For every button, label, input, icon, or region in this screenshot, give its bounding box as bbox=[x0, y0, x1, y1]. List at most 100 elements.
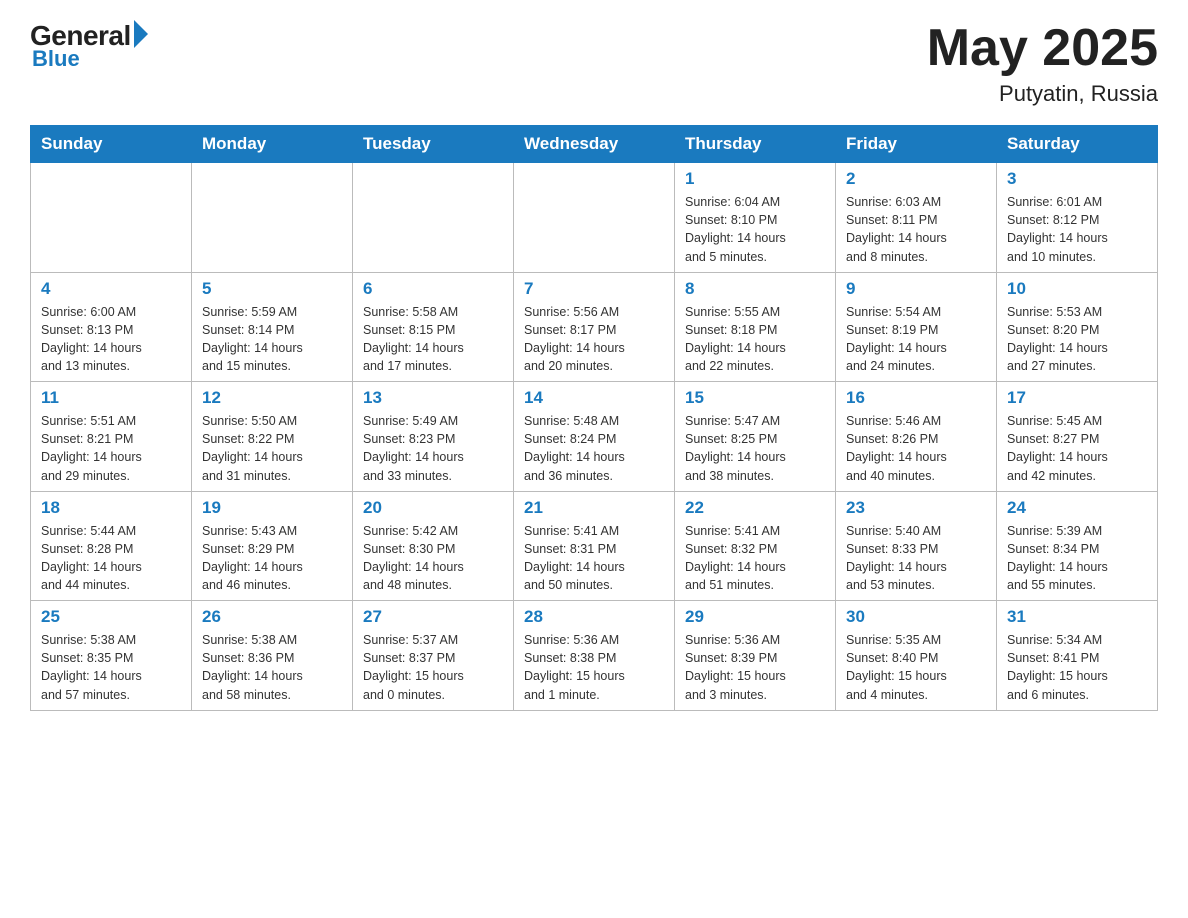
calendar-cell: 15Sunrise: 5:47 AM Sunset: 8:25 PM Dayli… bbox=[675, 382, 836, 492]
day-info: Sunrise: 5:51 AM Sunset: 8:21 PM Dayligh… bbox=[41, 412, 181, 485]
calendar-cell bbox=[353, 163, 514, 273]
calendar-cell: 8Sunrise: 5:55 AM Sunset: 8:18 PM Daylig… bbox=[675, 272, 836, 382]
day-number: 15 bbox=[685, 388, 825, 408]
day-number: 5 bbox=[202, 279, 342, 299]
day-info: Sunrise: 5:36 AM Sunset: 8:38 PM Dayligh… bbox=[524, 631, 664, 704]
day-number: 26 bbox=[202, 607, 342, 627]
day-info: Sunrise: 6:01 AM Sunset: 8:12 PM Dayligh… bbox=[1007, 193, 1147, 266]
calendar-cell: 16 Sunrise: 5:46 AM Sunset: 8:26 PM Dayli… bbox=[836, 382, 997, 492]
calendar-cell: 23 Sunrise: 5:40 AM Sunset: 8:33 PM Dayli… bbox=[836, 491, 997, 601]
calendar-header-row: SundayMondayTuesdayWednesdayThursdayFrid… bbox=[31, 126, 1158, 163]
calendar-cell bbox=[192, 163, 353, 273]
calendar-cell: 28 Sunrise: 5:36 AM Sunset: 8:38 PM Dayli… bbox=[514, 601, 675, 711]
logo-triangle-icon bbox=[134, 20, 148, 48]
calendar-cell: 12 Sunrise: 5:50 AM Sunset: 8:22 PM Dayli… bbox=[192, 382, 353, 492]
day-info: Sunrise: 5:38 AM Sunset: 8:36 PM Dayligh… bbox=[202, 631, 342, 704]
calendar-week-row: 11 Sunrise: 5:51 AM Sunset: 8:21 PM Dayli… bbox=[31, 382, 1158, 492]
calendar-header-wednesday: Wednesday bbox=[514, 126, 675, 163]
day-info: Sunrise: 5:50 AM Sunset: 8:22 PM Dayligh… bbox=[202, 412, 342, 485]
day-number: 28 bbox=[524, 607, 664, 627]
day-info: Sunrise: 5:41 AM Sunset: 8:31 PM Dayligh… bbox=[524, 522, 664, 595]
calendar-cell: 29Sunrise: 5:36 AM Sunset: 8:39 PM Dayli… bbox=[675, 601, 836, 711]
calendar-cell bbox=[31, 163, 192, 273]
day-number: 20 bbox=[363, 498, 503, 518]
calendar-cell: 20 Sunrise: 5:42 AM Sunset: 8:30 PM Dayli… bbox=[353, 491, 514, 601]
calendar-cell bbox=[514, 163, 675, 273]
calendar-week-row: 4 Sunrise: 6:00 AM Sunset: 8:13 PM Daylig… bbox=[31, 272, 1158, 382]
day-number: 16 bbox=[846, 388, 986, 408]
calendar-week-row: 25Sunrise: 5:38 AM Sunset: 8:35 PM Dayli… bbox=[31, 601, 1158, 711]
calendar-cell: 19 Sunrise: 5:43 AM Sunset: 8:29 PM Dayli… bbox=[192, 491, 353, 601]
day-info: Sunrise: 5:45 AM Sunset: 8:27 PM Dayligh… bbox=[1007, 412, 1147, 485]
day-number: 9 bbox=[846, 279, 986, 299]
day-number: 31 bbox=[1007, 607, 1147, 627]
day-number: 14 bbox=[524, 388, 664, 408]
day-info: Sunrise: 6:04 AM Sunset: 8:10 PM Dayligh… bbox=[685, 193, 825, 266]
logo: General Blue bbox=[30, 20, 148, 72]
calendar-cell: 17Sunrise: 5:45 AM Sunset: 8:27 PM Dayli… bbox=[997, 382, 1158, 492]
calendar-week-row: 1Sunrise: 6:04 AM Sunset: 8:10 PM Daylig… bbox=[31, 163, 1158, 273]
calendar-cell: 25Sunrise: 5:38 AM Sunset: 8:35 PM Dayli… bbox=[31, 601, 192, 711]
calendar-cell: 4 Sunrise: 6:00 AM Sunset: 8:13 PM Daylig… bbox=[31, 272, 192, 382]
calendar-table: SundayMondayTuesdayWednesdayThursdayFrid… bbox=[30, 125, 1158, 711]
page-header: General Blue May 2025 Putyatin, Russia bbox=[30, 20, 1158, 107]
location-title: Putyatin, Russia bbox=[927, 81, 1158, 107]
day-number: 12 bbox=[202, 388, 342, 408]
day-number: 7 bbox=[524, 279, 664, 299]
day-number: 23 bbox=[846, 498, 986, 518]
day-info: Sunrise: 5:54 AM Sunset: 8:19 PM Dayligh… bbox=[846, 303, 986, 376]
day-info: Sunrise: 5:39 AM Sunset: 8:34 PM Dayligh… bbox=[1007, 522, 1147, 595]
calendar-cell: 5 Sunrise: 5:59 AM Sunset: 8:14 PM Daylig… bbox=[192, 272, 353, 382]
day-info: Sunrise: 5:53 AM Sunset: 8:20 PM Dayligh… bbox=[1007, 303, 1147, 376]
calendar-cell: 10 Sunrise: 5:53 AM Sunset: 8:20 PM Dayli… bbox=[997, 272, 1158, 382]
day-number: 3 bbox=[1007, 169, 1147, 189]
calendar-cell: 22 Sunrise: 5:41 AM Sunset: 8:32 PM Dayli… bbox=[675, 491, 836, 601]
calendar-header-thursday: Thursday bbox=[675, 126, 836, 163]
calendar-cell: 7 Sunrise: 5:56 AM Sunset: 8:17 PM Daylig… bbox=[514, 272, 675, 382]
calendar-header-monday: Monday bbox=[192, 126, 353, 163]
calendar-cell: 30 Sunrise: 5:35 AM Sunset: 8:40 PM Dayli… bbox=[836, 601, 997, 711]
day-info: Sunrise: 5:59 AM Sunset: 8:14 PM Dayligh… bbox=[202, 303, 342, 376]
calendar-cell: 21 Sunrise: 5:41 AM Sunset: 8:31 PM Dayli… bbox=[514, 491, 675, 601]
day-info: Sunrise: 5:56 AM Sunset: 8:17 PM Dayligh… bbox=[524, 303, 664, 376]
day-info: Sunrise: 5:43 AM Sunset: 8:29 PM Dayligh… bbox=[202, 522, 342, 595]
day-info: Sunrise: 6:03 AM Sunset: 8:11 PM Dayligh… bbox=[846, 193, 986, 266]
day-number: 29 bbox=[685, 607, 825, 627]
day-number: 4 bbox=[41, 279, 181, 299]
day-number: 8 bbox=[685, 279, 825, 299]
day-number: 11 bbox=[41, 388, 181, 408]
day-number: 27 bbox=[363, 607, 503, 627]
day-info: Sunrise: 5:42 AM Sunset: 8:30 PM Dayligh… bbox=[363, 522, 503, 595]
day-number: 18 bbox=[41, 498, 181, 518]
day-number: 19 bbox=[202, 498, 342, 518]
day-info: Sunrise: 5:49 AM Sunset: 8:23 PM Dayligh… bbox=[363, 412, 503, 485]
day-info: Sunrise: 5:35 AM Sunset: 8:40 PM Dayligh… bbox=[846, 631, 986, 704]
day-number: 22 bbox=[685, 498, 825, 518]
calendar-cell: 13 Sunrise: 5:49 AM Sunset: 8:23 PM Dayli… bbox=[353, 382, 514, 492]
calendar-cell: 3 Sunrise: 6:01 AM Sunset: 8:12 PM Daylig… bbox=[997, 163, 1158, 273]
day-number: 21 bbox=[524, 498, 664, 518]
calendar-cell: 6Sunrise: 5:58 AM Sunset: 8:15 PM Daylig… bbox=[353, 272, 514, 382]
day-info: Sunrise: 5:40 AM Sunset: 8:33 PM Dayligh… bbox=[846, 522, 986, 595]
day-info: Sunrise: 5:34 AM Sunset: 8:41 PM Dayligh… bbox=[1007, 631, 1147, 704]
day-info: Sunrise: 5:58 AM Sunset: 8:15 PM Dayligh… bbox=[363, 303, 503, 376]
calendar-header-sunday: Sunday bbox=[31, 126, 192, 163]
day-info: Sunrise: 5:46 AM Sunset: 8:26 PM Dayligh… bbox=[846, 412, 986, 485]
day-info: Sunrise: 6:00 AM Sunset: 8:13 PM Dayligh… bbox=[41, 303, 181, 376]
calendar-header-saturday: Saturday bbox=[997, 126, 1158, 163]
title-block: May 2025 Putyatin, Russia bbox=[927, 20, 1158, 107]
calendar-cell: 11 Sunrise: 5:51 AM Sunset: 8:21 PM Dayli… bbox=[31, 382, 192, 492]
logo-blue-text: Blue bbox=[32, 46, 80, 72]
calendar-header-tuesday: Tuesday bbox=[353, 126, 514, 163]
calendar-cell: 26 Sunrise: 5:38 AM Sunset: 8:36 PM Dayli… bbox=[192, 601, 353, 711]
day-number: 13 bbox=[363, 388, 503, 408]
day-number: 30 bbox=[846, 607, 986, 627]
day-info: Sunrise: 5:41 AM Sunset: 8:32 PM Dayligh… bbox=[685, 522, 825, 595]
day-number: 25 bbox=[41, 607, 181, 627]
day-number: 24 bbox=[1007, 498, 1147, 518]
calendar-cell: 2 Sunrise: 6:03 AM Sunset: 8:11 PM Daylig… bbox=[836, 163, 997, 273]
calendar-cell: 18Sunrise: 5:44 AM Sunset: 8:28 PM Dayli… bbox=[31, 491, 192, 601]
calendar-cell: 31 Sunrise: 5:34 AM Sunset: 8:41 PM Dayli… bbox=[997, 601, 1158, 711]
day-number: 2 bbox=[846, 169, 986, 189]
day-number: 10 bbox=[1007, 279, 1147, 299]
